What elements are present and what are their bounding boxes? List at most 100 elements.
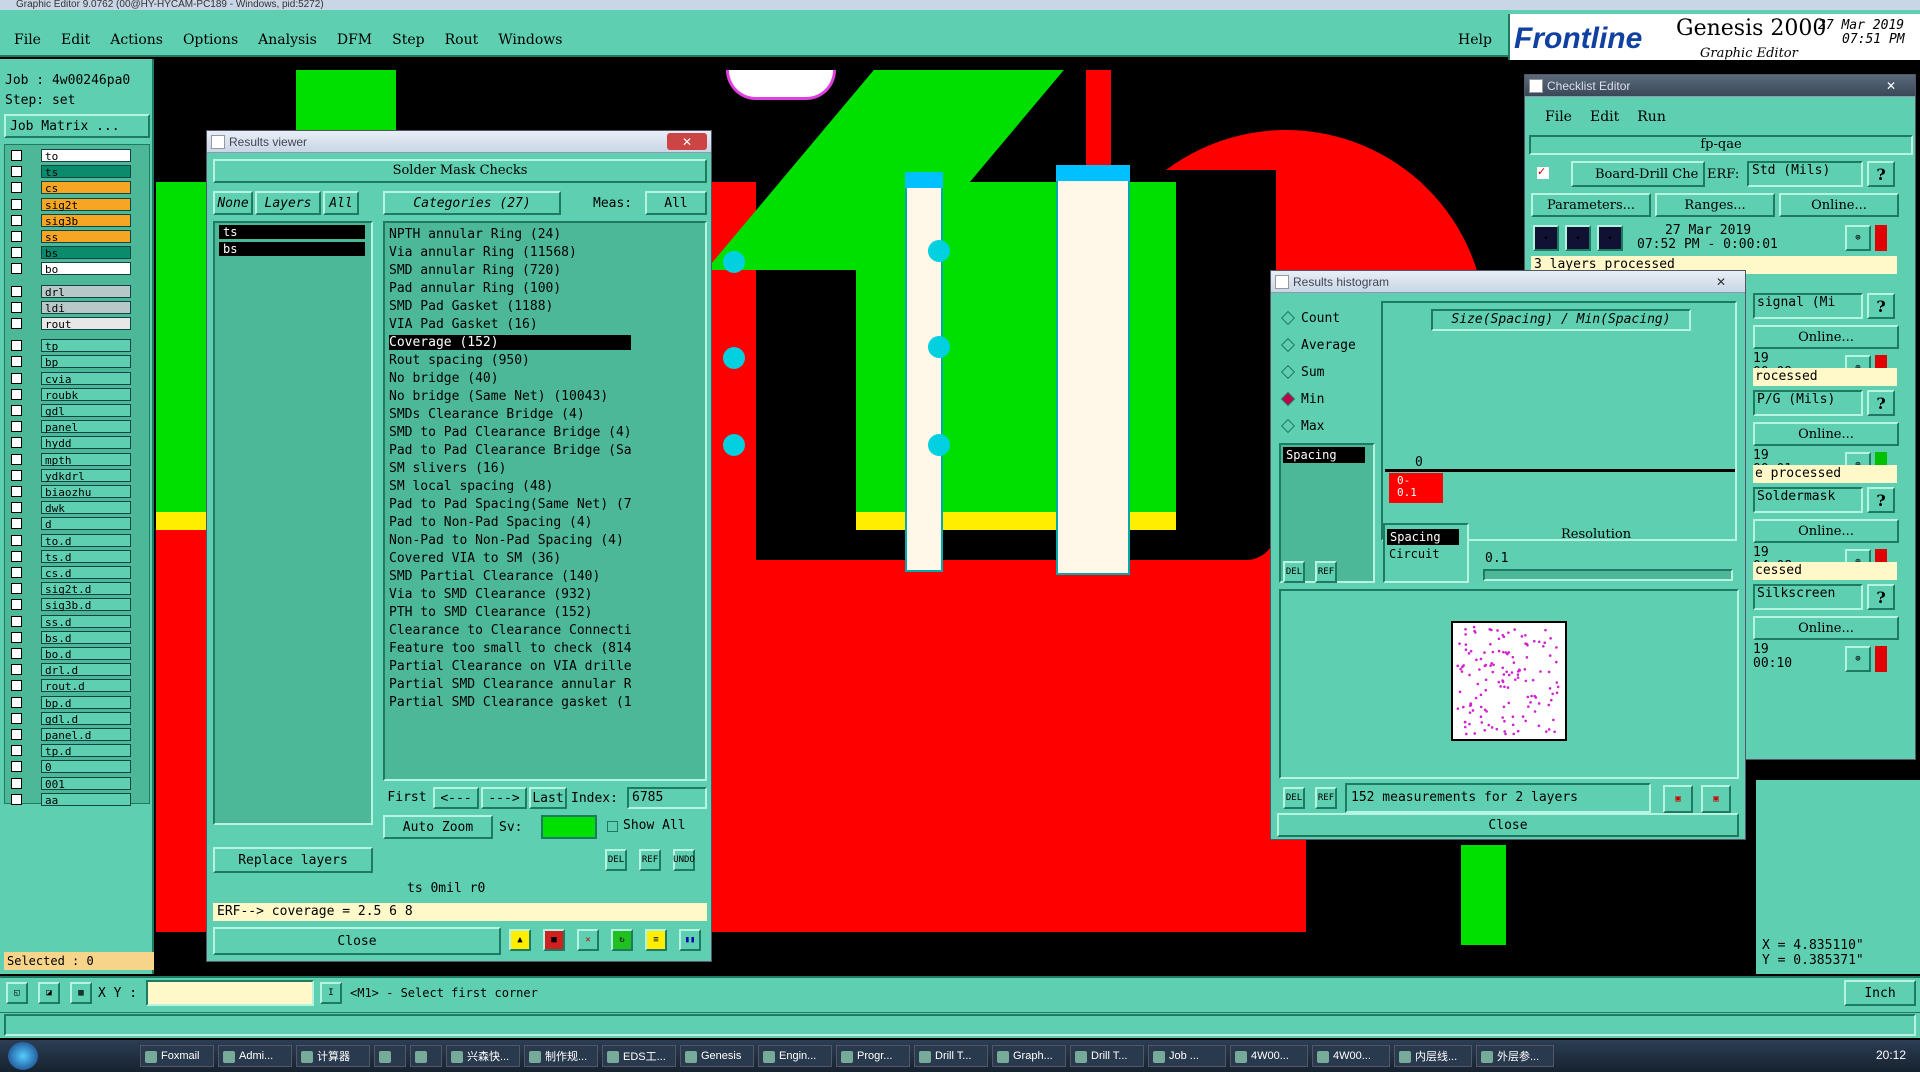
board-drill-button[interactable]: Board-Drill Che [1571,161,1705,187]
layer-row[interactable]: bs.d [11,630,131,645]
layer-checkbox[interactable] [11,405,22,416]
rv-close-button[interactable]: Close [213,927,501,955]
help-question-button[interactable]: ? [1867,390,1895,416]
taskbar-item[interactable]: Job ... [1148,1045,1226,1067]
layer-row[interactable]: cvia [11,371,131,386]
taskbar-item[interactable] [410,1045,442,1067]
checklist-erf-select[interactable]: signal (Mi [1753,293,1863,319]
layer-row[interactable]: bo [11,262,131,276]
category-item[interactable]: SM local spacing (48) [389,479,631,494]
taskbar-item[interactable]: Drill T... [1070,1045,1144,1067]
category-item[interactable]: Clearance to Clearance Connection [389,623,631,638]
layer-checkbox[interactable] [11,166,22,178]
measure-tool-icon[interactable]: ◪ [38,982,60,1004]
layer-row[interactable]: gdl [11,404,131,418]
layer-checkbox[interactable] [11,453,22,465]
layer-checkbox[interactable] [11,214,22,226]
category-item[interactable]: Rout spacing (950) [389,353,631,368]
action-icon-1[interactable]: ✦ [1533,225,1559,251]
category-item[interactable]: NPTH annular Ring (24) [389,227,631,242]
layer-checkbox[interactable] [11,550,22,562]
layer-checkbox[interactable] [11,615,22,627]
res-circuit[interactable]: Circuit [1389,547,1440,561]
category-item[interactable]: Feature too small to check (8146) [389,641,631,656]
hist-del-icon[interactable]: DEL [1283,561,1305,583]
taskbar-item[interactable]: Foxmail [140,1045,214,1067]
taskbar-item[interactable]: 外层参... [1476,1045,1554,1067]
close-icon[interactable]: ✕ [667,133,707,150]
category-item[interactable]: SMD annular Ring (720) [389,263,631,278]
command-line[interactable] [4,1014,1916,1036]
layer-row[interactable]: cs [11,181,131,195]
export-icon-1[interactable]: ▣ [1663,785,1693,813]
checklist-erf-select[interactable]: Silkscreen [1753,584,1863,610]
help-question-button[interactable]: ? [1867,161,1895,187]
meas-select[interactable]: All [645,191,707,215]
tool-icon-3[interactable]: ✕ [577,929,599,951]
taskbar-item[interactable]: 内层线... [1394,1045,1472,1067]
menu-actions[interactable]: Actions [110,32,163,48]
category-item[interactable]: Covered VIA to SM (36) [389,551,631,566]
layer-row[interactable]: rout.d [11,679,131,693]
category-item[interactable]: Pad to Pad Clearance Bridge (Same [389,443,631,458]
parameters-button[interactable]: Parameters... [1531,193,1651,217]
category-item[interactable]: SM slivers (16) [389,461,631,476]
layer-row[interactable]: panel [11,420,131,434]
xy-input[interactable] [146,980,314,1006]
layer-row[interactable]: ss [11,230,131,244]
category-item[interactable]: Partial Clearance on VIA drilled [389,659,631,674]
taskbar-item[interactable]: 4W00... [1230,1045,1308,1067]
help-question-button[interactable]: ? [1867,293,1895,319]
layer-row[interactable]: tp.d [11,744,131,758]
replace-layers-select[interactable]: Replace layers [213,847,373,873]
layer-row[interactable]: gdl.d [11,711,131,726]
help-menu[interactable]: Help [1458,32,1492,48]
layer-row[interactable]: sig2t [11,197,131,212]
layer-row[interactable]: dwk [11,501,131,515]
layer-checkbox[interactable] [11,318,22,329]
tool-icon-4[interactable]: ↻ [611,929,633,951]
category-item[interactable]: PTH to SMD Clearance (152) [389,605,631,620]
start-button[interactable] [8,1042,38,1070]
resolution-slider[interactable] [1483,569,1733,581]
zoom-icon[interactable]: ⊕ [1845,646,1871,672]
online-button[interactable]: Online... [1753,422,1899,446]
show-all-checkbox[interactable] [607,821,618,832]
tool-icon-5[interactable]: ≡ [645,929,667,951]
menu-windows[interactable]: Windows [498,32,562,48]
export-icon-2[interactable]: ▣ [1701,785,1731,813]
layer-row[interactable]: ts [11,165,131,179]
category-item[interactable]: VIA Pad Gasket (16) [389,317,631,332]
layer-row[interactable]: ts.d [11,549,131,564]
ranges-button[interactable]: Ranges... [1655,193,1775,217]
ref-icon[interactable]: REF [639,849,661,871]
layer-row[interactable]: sig2t.d [11,582,131,596]
layer-row[interactable]: bp.d [11,695,131,710]
help-question-button[interactable]: ? [1867,487,1895,513]
unit-select[interactable]: Inch [1844,980,1916,1006]
layer-checkbox[interactable] [11,469,22,481]
action-icon-3[interactable]: ✦ [1597,225,1623,251]
layer-row[interactable]: cs.d [11,566,131,580]
taskbar-item[interactable]: Admi... [218,1045,292,1067]
layer-checkbox[interactable] [11,777,22,789]
mode-radio[interactable] [1280,337,1296,353]
checklist-erf-select[interactable]: P/G (Mils) [1753,390,1863,416]
del-icon[interactable]: DEL [605,849,627,871]
category-item[interactable]: Pad to Non-Pad Spacing (4) [389,515,631,530]
category-item[interactable]: SMD to Pad Clearance Bridge (4) [389,425,631,440]
menu-edit[interactable]: Edit [61,32,90,48]
chart-icon[interactable]: ▮▮ [679,929,701,951]
menu-rout[interactable]: Rout [445,32,479,48]
close-icon[interactable]: ✕ [1871,77,1911,94]
layer-results-list[interactable] [213,221,373,825]
layer-checkbox[interactable] [11,712,22,724]
mode-radio[interactable] [1280,364,1296,380]
action-icon-2[interactable]: ✦ [1565,225,1591,251]
layer-checkbox[interactable] [11,599,22,611]
menu-analysis[interactable]: Analysis [258,32,317,48]
layer-row[interactable]: bs [11,246,131,260]
layer-row[interactable]: 001 [11,776,131,791]
layer-row[interactable]: roubk [11,387,131,402]
category-item[interactable]: SMD Pad Gasket (1188) [389,299,631,314]
